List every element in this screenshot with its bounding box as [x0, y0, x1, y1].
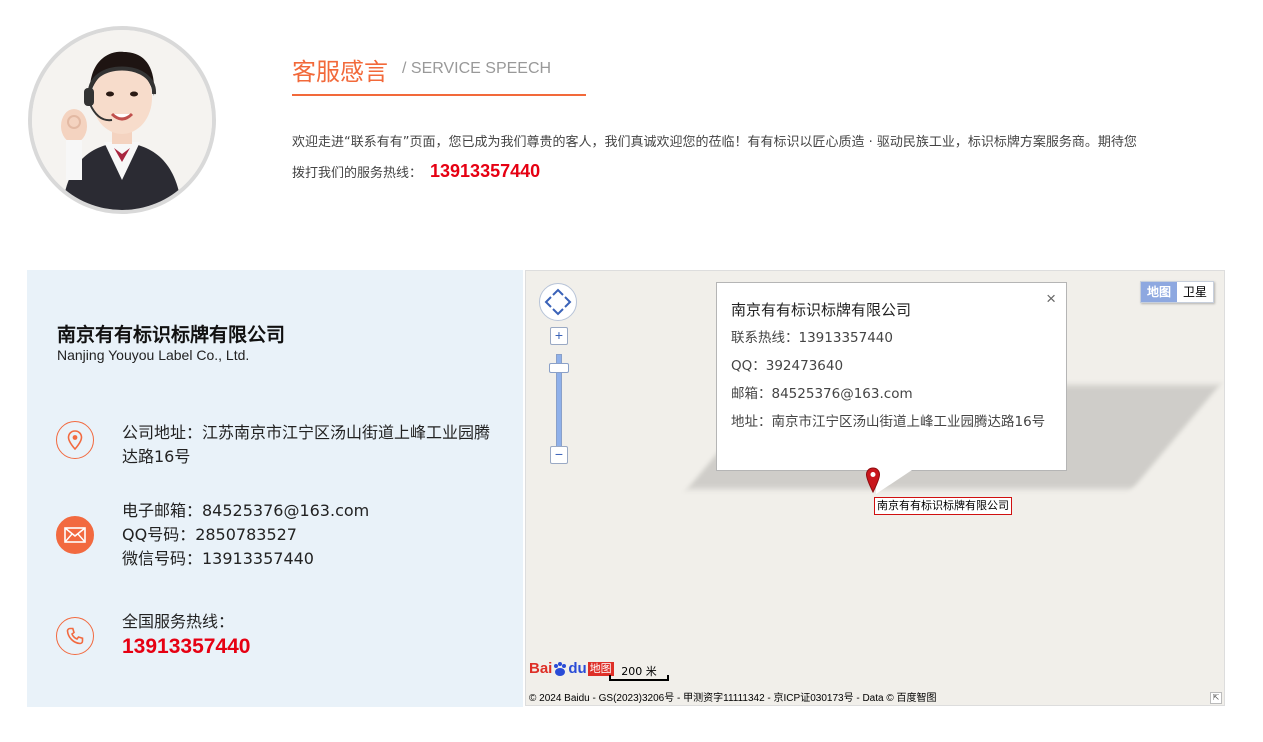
- logo-bai: Bai: [529, 660, 553, 677]
- baidu-map[interactable]: + − 地图 卫星 × 南京有有标识标牌有限公司 联系热线：1391335744…: [525, 270, 1225, 706]
- logo-du: du: [568, 660, 587, 677]
- zoom-in-button[interactable]: +: [550, 327, 568, 345]
- company-address: 公司地址：江苏南京市江宁区汤山街道上峰工业园腾 达路16号: [122, 421, 502, 469]
- info-window-pointer: [876, 470, 912, 494]
- envelope-icon: [56, 516, 94, 554]
- company-qq: QQ号码：2850783527: [122, 525, 297, 544]
- speech-title: 客服感言: [292, 58, 388, 86]
- marker-label[interactable]: 南京有有标识标牌有限公司: [874, 497, 1012, 515]
- speech-subtitle: / SERVICE SPEECH: [402, 60, 552, 77]
- company-wechat: 微信号码：13913357440: [122, 549, 314, 568]
- customer-service-avatar: [28, 26, 216, 214]
- zoom-out-button[interactable]: −: [550, 446, 568, 464]
- hotline-number[interactable]: 13913357440: [122, 634, 502, 660]
- company-contacts: 电子邮箱：84525376@163.com QQ号码：2850783527 微信…: [122, 499, 502, 571]
- zoom-slider-handle[interactable]: [549, 363, 569, 373]
- paw-icon: [554, 661, 567, 676]
- map-type-map[interactable]: 地图: [1140, 282, 1177, 302]
- speech-text-line1: 欢迎走进“联系有有”页面，您已成为我们尊贵的客人，我们真诚欢迎您的莅临！有有标识…: [292, 135, 1137, 150]
- phone-icon: [56, 617, 94, 655]
- national-hotline: 全国服务热线： 13913357440: [122, 610, 502, 660]
- hotline-label: 全国服务热线：: [122, 612, 235, 631]
- contact-panel: 南京有有标识标牌有限公司 Nanjing Youyou Label Co., L…: [27, 270, 523, 707]
- speech-text-line2: 拨打我们的服务热线：: [292, 166, 423, 181]
- popup-phone: 联系热线：13913357440: [731, 330, 893, 346]
- address-line2: 达路16号: [122, 447, 191, 466]
- map-type-switch: 地图 卫星: [1139, 281, 1214, 303]
- map-pan-control[interactable]: [539, 283, 577, 321]
- headset-agent-image: [32, 30, 212, 210]
- address-line1: 公司地址：江苏南京市江宁区汤山街道上峰工业园腾: [122, 423, 491, 442]
- baidu-logo[interactable]: Bai du 地图: [529, 660, 614, 677]
- popup-title: 南京有有标识标牌有限公司: [731, 301, 912, 319]
- map-info-window: × 南京有有标识标牌有限公司 联系热线：13913357440 QQ：39247…: [716, 282, 1067, 471]
- map-scale-bar: 200 米: [609, 665, 669, 681]
- popup-address: 地址：南京市江宁区汤山街道上峰工业园腾达路16号: [731, 414, 1046, 430]
- company-email[interactable]: 电子邮箱：84525376@163.com: [122, 499, 502, 523]
- location-pin-icon: [56, 421, 94, 459]
- map-marker-icon[interactable]: [865, 467, 881, 497]
- title-underline: [292, 94, 586, 96]
- map-type-satellite[interactable]: 卫星: [1177, 282, 1213, 302]
- company-name: 南京有有标识标牌有限公司: [57, 324, 286, 346]
- speech-hotline[interactable]: 13913357440: [430, 161, 540, 181]
- popup-qq: QQ：392473640: [731, 358, 844, 374]
- resize-arrow-icon[interactable]: ⇱: [1210, 692, 1222, 704]
- speech-paragraph: 欢迎走进“联系有有”页面，您已成为我们尊贵的客人，我们真诚欢迎您的莅临！有有标识…: [292, 128, 1222, 188]
- popup-email: 邮箱：84525376@163.com: [731, 386, 913, 402]
- company-english-name: Nanjing Youyou Label Co., Ltd.: [57, 347, 250, 363]
- map-copyright: © 2024 Baidu - GS(2023)3206号 - 甲测资字11111…: [529, 693, 937, 704]
- pan-arrows-icon: [544, 288, 572, 316]
- close-icon[interactable]: ×: [1046, 289, 1056, 309]
